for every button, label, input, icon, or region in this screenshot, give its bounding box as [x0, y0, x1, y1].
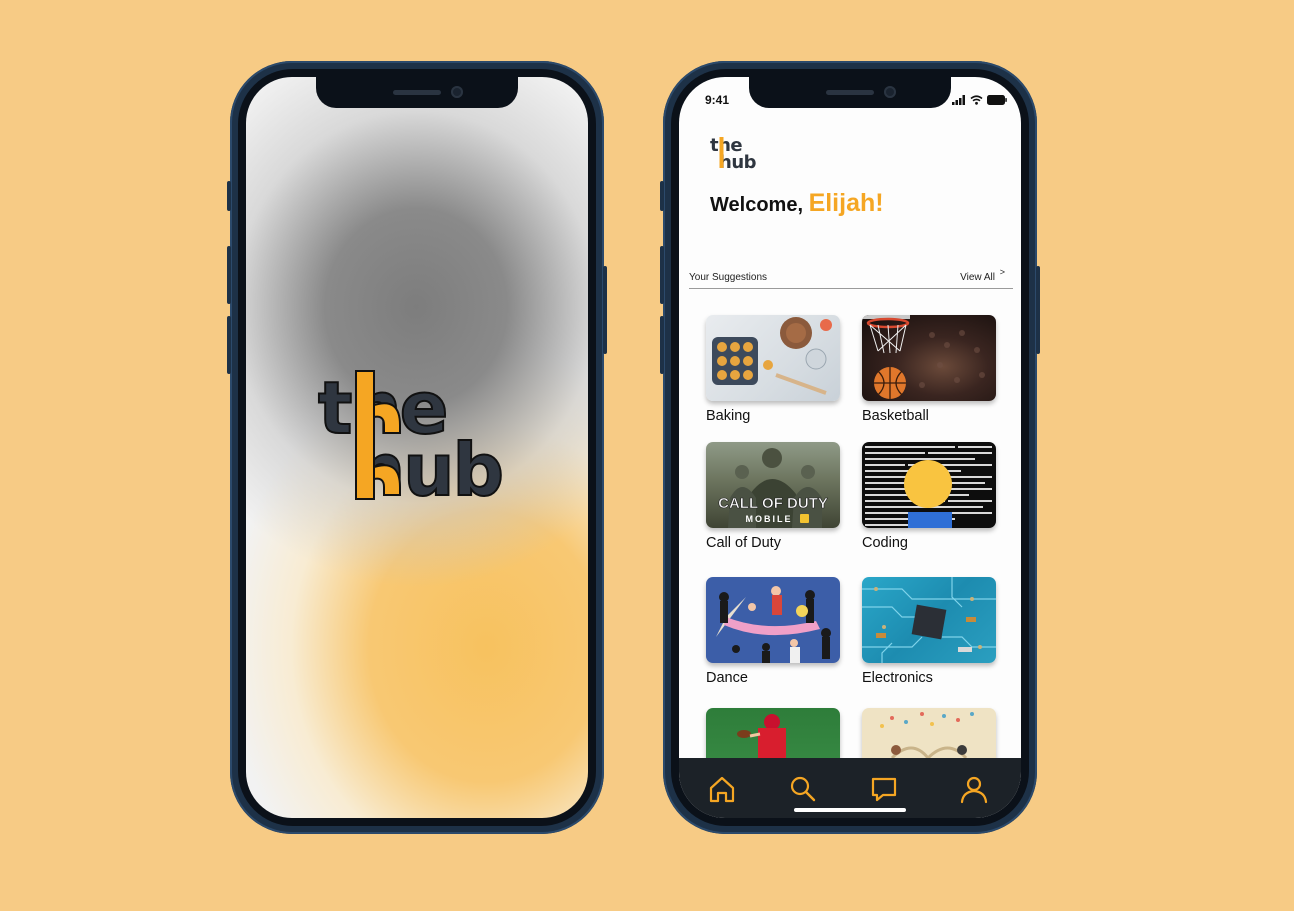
welcome-heading: Welcome, Elijah! — [710, 189, 884, 218]
call-of-duty-illustration: CALL OF DUTY MOBILE — [718, 448, 828, 528]
wifi-icon — [970, 95, 983, 105]
suggestions-title: Your Suggestions — [689, 272, 768, 283]
status-time: 9:41 — [705, 93, 730, 107]
cod-title-text: CALL OF DUTY — [718, 495, 828, 512]
phone-side-button — [227, 246, 231, 304]
phone-side-button — [660, 316, 664, 374]
baking-illustration — [712, 317, 832, 395]
the-hub-logo-small: the hub — [710, 135, 757, 172]
phone-notch — [749, 77, 951, 108]
welcome-greeting: Welcome, — [710, 194, 803, 216]
phone-side-button — [603, 266, 607, 354]
splash-phone-mockup: the hub — [227, 61, 607, 834]
suggestion-label: Electronics — [862, 670, 933, 686]
phone-side-button — [227, 181, 231, 211]
search-icon[interactable] — [788, 774, 818, 804]
welcome-user-name: Elijah! — [808, 189, 884, 217]
phone-side-button — [1036, 266, 1040, 354]
suggestion-label: Basketball — [862, 408, 929, 424]
phone-side-button — [660, 246, 664, 304]
suggestion-label: Call of Duty — [706, 535, 781, 551]
baking-image — [706, 315, 840, 401]
suggestion-label: Coding — [862, 535, 908, 551]
suggestion-label: Dance — [706, 670, 748, 686]
dance-image — [706, 577, 840, 663]
chat-icon[interactable] — [869, 774, 899, 804]
suggestion-card-baking[interactable]: Baking — [706, 315, 840, 424]
suggestion-card-dance[interactable]: Dance — [706, 577, 840, 686]
splash-screen: the hub — [246, 77, 588, 818]
call-of-duty-image: CALL OF DUTY MOBILE — [706, 442, 840, 528]
logo-word-hub: hub — [719, 152, 757, 172]
suggestions-header: Your Suggestions View All > — [689, 267, 1013, 289]
basketball-image — [862, 315, 996, 401]
profile-icon[interactable] — [959, 774, 989, 804]
front-camera — [451, 86, 463, 98]
front-camera — [884, 86, 896, 98]
signal-icon — [952, 95, 965, 105]
coding-illustration — [865, 446, 992, 528]
the-hub-logo: the hub — [317, 367, 505, 507]
home-icon[interactable] — [707, 774, 737, 804]
phone-side-button — [660, 181, 664, 211]
coding-image — [862, 442, 996, 528]
bottom-tab-bar — [679, 758, 1021, 818]
home-screen: 9:41 the hub Welcome, Elijah! Your Sugge… — [679, 77, 1021, 818]
showcase-background — [0, 0, 1294, 911]
home-indicator — [794, 808, 906, 812]
suggestion-card-call-of-duty[interactable]: CALL OF DUTY MOBILE Call of Duty — [706, 442, 840, 551]
chevron-right-icon[interactable]: > — [1000, 267, 1005, 277]
app-phone-mockup: 9:41 the hub Welcome, Elijah! Your Sugge… — [660, 61, 1040, 834]
suggestion-label: Baking — [706, 408, 751, 424]
status-icons — [952, 95, 1007, 105]
electronics-image — [862, 577, 996, 663]
cod-subtitle-text: MOBILE — [746, 514, 793, 524]
logo-accent-h — [355, 370, 375, 500]
suggestion-card-electronics[interactable]: Electronics — [862, 577, 996, 686]
dance-illustration — [716, 586, 831, 663]
speaker-grille — [393, 90, 441, 95]
basketball-illustration — [862, 315, 985, 399]
suggestion-card-basketball[interactable]: Basketball — [862, 315, 996, 424]
phone-notch — [316, 77, 518, 108]
phone-side-button — [227, 316, 231, 374]
suggestion-card-coding[interactable]: Coding — [862, 442, 996, 551]
view-all-link[interactable]: View All — [960, 272, 995, 283]
battery-icon — [987, 95, 1007, 105]
speaker-grille — [826, 90, 874, 95]
electronics-illustration — [862, 577, 996, 663]
logo-accent-h — [719, 137, 724, 168]
